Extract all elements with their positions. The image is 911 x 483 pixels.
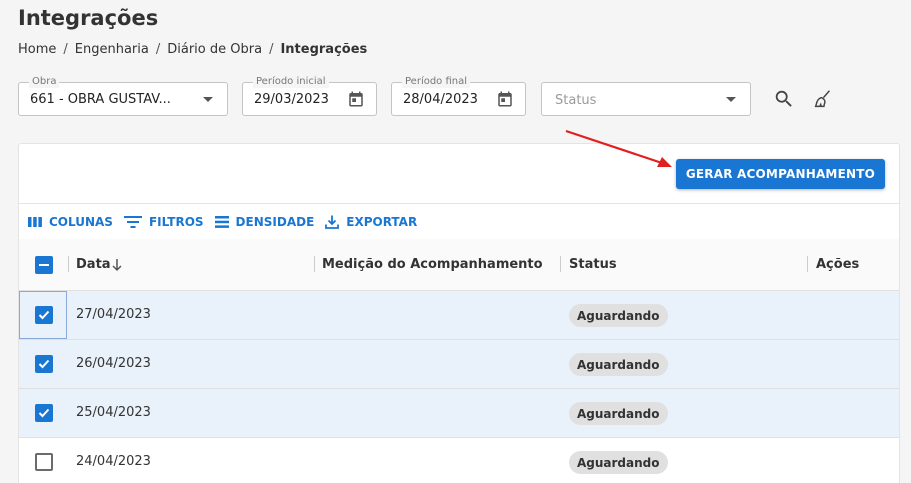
exportar-button[interactable]: EXPORTAR xyxy=(324,214,417,230)
column-separator xyxy=(807,256,808,272)
column-header-acoes: Ações xyxy=(816,257,860,272)
status-placeholder: Status xyxy=(555,93,597,108)
calendar-icon[interactable] xyxy=(347,90,365,108)
status-badge: Aguardando xyxy=(569,451,668,474)
column-separator xyxy=(314,256,315,272)
chevron-down-icon xyxy=(203,97,213,102)
page-title: Integrações xyxy=(18,6,159,30)
densidade-button[interactable]: DENSIDADE xyxy=(214,215,315,229)
row-date: 26/04/2023 xyxy=(76,356,151,371)
search-icon[interactable] xyxy=(773,88,795,110)
breadcrumb-separator: / xyxy=(63,42,68,57)
annotation-arrow-icon xyxy=(565,129,672,167)
column-header-data[interactable]: Data xyxy=(76,257,111,272)
periodo-final-label: Período final xyxy=(402,76,471,88)
breadcrumb-engenharia[interactable]: Engenharia xyxy=(75,42,149,57)
periodo-final-value: 28/04/2023 xyxy=(403,92,478,107)
breadcrumb-diario-de-obra[interactable]: Diário de Obra xyxy=(167,42,262,57)
row-checkbox[interactable] xyxy=(35,453,53,471)
breadcrumb-separator: / xyxy=(269,42,274,57)
breadcrumb-current: Integrações xyxy=(280,42,368,57)
periodo-inicial-value: 29/03/2023 xyxy=(254,92,329,107)
table-row[interactable]: 24/04/2023 Aguardando xyxy=(19,438,899,483)
columns-icon xyxy=(28,217,42,227)
check-icon xyxy=(38,359,50,369)
periodo-inicial-field[interactable]: Período inicial 29/03/2023 xyxy=(242,76,377,116)
filtros-label: FILTROS xyxy=(148,215,204,229)
column-separator xyxy=(68,256,69,272)
check-icon xyxy=(38,408,50,418)
column-separator xyxy=(560,256,561,272)
row-checkbox[interactable] xyxy=(35,404,53,422)
status-badge: Aguardando xyxy=(569,304,668,327)
integracoes-card: GERAR ACOMPANHAMENTO COLUNAS FILTROS DEN… xyxy=(18,143,900,483)
select-all-checkbox[interactable] xyxy=(35,256,53,274)
column-header-status[interactable]: Status xyxy=(569,257,617,272)
arrow-down-sort-icon[interactable] xyxy=(111,258,123,272)
clear-filters-broom-icon[interactable] xyxy=(812,88,834,110)
breadcrumb-separator: / xyxy=(155,42,161,57)
table-row[interactable]: 25/04/2023 Aguardando xyxy=(19,389,899,438)
density-icon xyxy=(214,216,229,228)
breadcrumb-home[interactable]: Home xyxy=(18,42,56,57)
status-badge: Aguardando xyxy=(569,353,668,376)
periodo-final-field[interactable]: Período final 28/04/2023 xyxy=(391,76,526,116)
gerar-acompanhamento-button[interactable]: GERAR ACOMPANHAMENTO xyxy=(675,159,885,189)
obra-select[interactable]: Obra 661 - OBRA GUSTAV... xyxy=(18,76,228,116)
colunas-button[interactable]: COLUNAS xyxy=(27,215,113,229)
row-checkbox[interactable] xyxy=(35,355,53,373)
row-date: 25/04/2023 xyxy=(76,405,151,420)
row-checkbox[interactable] xyxy=(35,306,53,324)
exportar-label: EXPORTAR xyxy=(346,215,418,229)
obra-value: 661 - OBRA GUSTAV... xyxy=(30,92,171,107)
calendar-icon[interactable] xyxy=(496,90,514,108)
check-icon xyxy=(38,310,50,320)
download-icon xyxy=(325,215,340,229)
divider xyxy=(19,203,899,204)
status-select[interactable]: Status xyxy=(541,82,751,116)
indeterminate-icon xyxy=(39,264,49,266)
periodo-inicial-label: Período inicial xyxy=(253,76,329,88)
row-date: 27/04/2023 xyxy=(76,307,151,322)
filtros-button[interactable]: FILTROS xyxy=(123,214,204,230)
colunas-label: COLUNAS xyxy=(49,215,113,229)
densidade-label: DENSIDADE xyxy=(235,215,315,229)
status-badge: Aguardando xyxy=(569,402,668,425)
obra-label: Obra xyxy=(29,76,60,88)
table-header: Data Medição do Acompanhamento Status Aç… xyxy=(19,239,899,291)
column-header-medicao[interactable]: Medição do Acompanhamento xyxy=(322,257,543,272)
filter-icon xyxy=(123,216,142,228)
grid-toolbar: COLUNAS FILTROS DENSIDADE EXPORTAR xyxy=(27,214,427,230)
table-row[interactable]: 27/04/2023 Aguardando xyxy=(19,291,899,340)
chevron-down-icon xyxy=(726,97,736,102)
table-row[interactable]: 26/04/2023 Aguardando xyxy=(19,340,899,389)
row-date: 24/04/2023 xyxy=(76,454,151,469)
breadcrumb: Home / Engenharia / Diário de Obra / Int… xyxy=(18,42,367,57)
